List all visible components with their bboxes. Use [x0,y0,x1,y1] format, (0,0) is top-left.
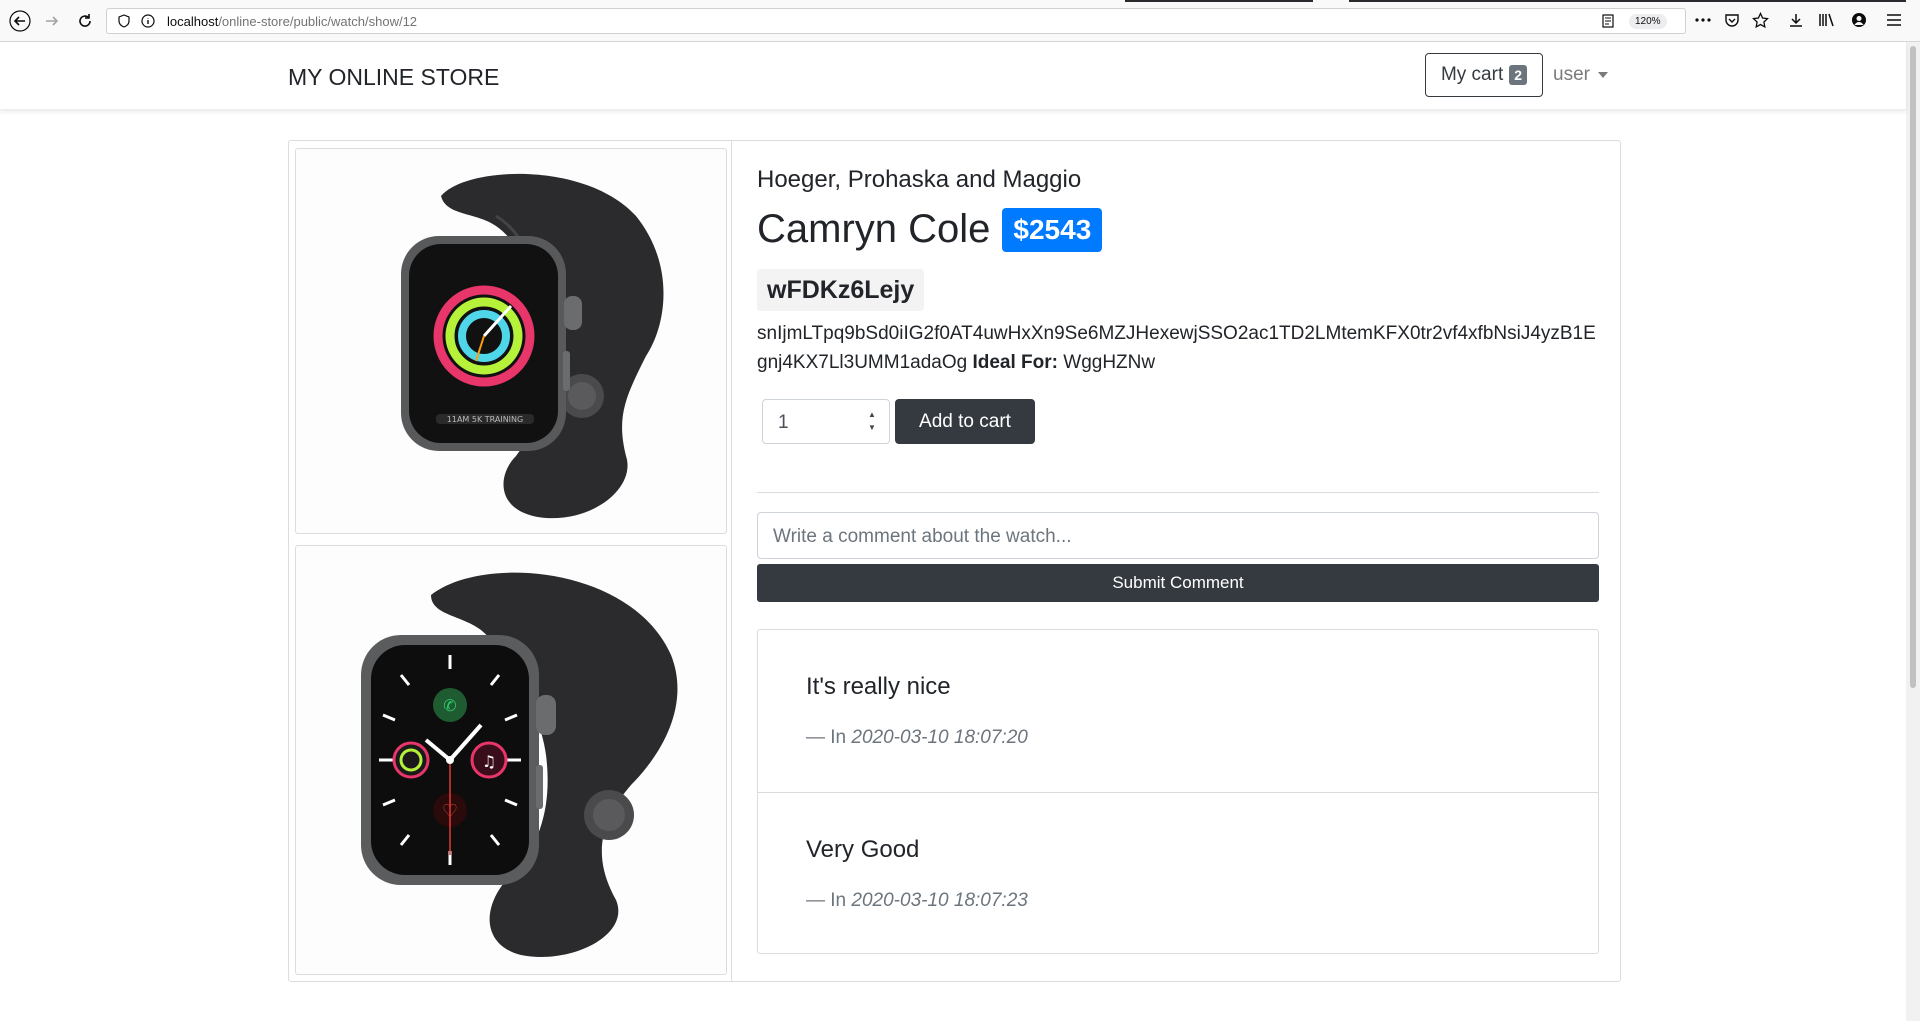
comment-prefix: — In [806,890,847,911]
description-text: snIjmLTpq9bSd0iIG2f0AT4uwHxXn9Se6MZJHexe… [757,323,1596,373]
bookmark-star-icon[interactable] [1751,11,1769,29]
browser-toolbar: localhost/online-store/public/watch/show… [0,0,1920,42]
product-maker: Hoeger, Prohaska and Maggio [757,166,1082,193]
stepper-down-icon[interactable]: ▼ [868,423,876,432]
user-dropdown[interactable]: user [1553,64,1608,86]
add-to-cart-button[interactable]: Add to cart [895,399,1035,444]
product-sku: wFDKz6Lejy [757,269,925,311]
menu-icon[interactable] [1885,11,1903,29]
account-icon[interactable] [1850,11,1868,29]
address-bar[interactable]: localhost/online-store/public/watch/show… [106,8,1686,34]
quantity-value: 1 [778,412,789,433]
product-images: 11AM 5K TRAINING ✆ ♫ ♡ [289,141,732,981]
scrollbar-thumb[interactable] [1910,46,1916,688]
price-badge: $2543 [1002,207,1103,252]
comment-meta: — In 2020-03-10 18:07:23 [806,890,1028,912]
svg-text:♫: ♫ [482,752,496,771]
stepper-up-icon[interactable]: ▲ [868,410,876,419]
library-icon[interactable] [1818,11,1836,29]
pocket-icon[interactable] [1723,11,1741,29]
tab-indicator [1349,0,1906,2]
comment-meta: — In 2020-03-10 18:07:20 [806,727,1028,749]
submit-comment-button[interactable]: Submit Comment [757,564,1599,602]
page-scrollbar[interactable] [1906,42,1920,1021]
brand-link[interactable]: MY ONLINE STORE [288,64,499,91]
comment-input[interactable]: Write a comment about the watch... [757,512,1599,559]
comment-text: Very Good [806,836,920,863]
comment-prefix: — In [806,727,847,748]
back-button[interactable] [8,9,32,33]
user-label: user [1553,64,1590,85]
comment-item: It's really nice — In 2020-03-10 18:07:2… [758,630,1598,792]
ideal-for-value: WggHZNw [1063,352,1156,373]
ideal-for-label: Ideal For: [972,352,1058,373]
quantity-input[interactable]: 1 ▲ ▼ [762,399,890,444]
comment-item: Very Good — In 2020-03-10 18:07:23 [758,792,1598,954]
product-name: Camryn Cole [757,207,991,251]
watch-side-image: 11AM 5K TRAINING [401,173,664,519]
product-title-row: Camryn Cole $2543 [757,207,1103,252]
quantity-stepper[interactable]: ▲ ▼ [867,410,877,432]
caret-down-icon [1597,72,1608,78]
url-text: localhost/online-store/public/watch/show… [167,14,417,29]
more-actions-icon[interactable] [1694,11,1712,29]
back-arrow-icon [9,10,31,32]
zoom-level[interactable]: 120% [1629,14,1667,29]
forward-arrow-icon [46,16,59,26]
comments-list: It's really nice — In 2020-03-10 18:07:2… [757,629,1599,954]
svg-text:✆: ✆ [443,696,456,715]
product-card: 11AM 5K TRAINING ✆ ♫ ♡ Hoeger, Prohaska … [288,140,1621,982]
cart-count-badge: 2 [1509,65,1528,85]
url-path: /online-store/public/watch/show/12 [218,14,418,29]
my-cart-button[interactable]: My cart 2 [1425,53,1543,97]
product-image-2: ✆ ♫ ♡ [295,545,727,975]
site-navbar: MY ONLINE STORE My cart 2 user [0,42,1906,110]
reader-view-icon[interactable] [1599,12,1617,30]
tab-indicator [1125,0,1313,2]
section-divider [757,492,1599,493]
watch-front-image: ✆ ♫ ♡ [361,572,678,957]
comment-text: It's really nice [806,673,951,700]
info-icon[interactable] [139,12,157,30]
product-image-1: 11AM 5K TRAINING [295,148,727,534]
comment-date: 2020-03-10 18:07:20 [851,727,1028,748]
forward-button[interactable] [40,9,64,33]
product-description: snIjmLTpq9bSd0iIG2f0AT4uwHxXn9Se6MZJHexe… [757,319,1599,377]
downloads-icon[interactable] [1787,11,1805,29]
shield-icon[interactable] [115,12,133,30]
svg-text:11AM 5K TRAINING: 11AM 5K TRAINING [447,415,523,424]
cart-label: My cart [1440,64,1504,85]
comment-date: 2020-03-10 18:07:23 [851,890,1028,911]
reload-icon [79,14,91,27]
reload-button[interactable] [73,9,97,33]
url-host: localhost [167,14,219,29]
